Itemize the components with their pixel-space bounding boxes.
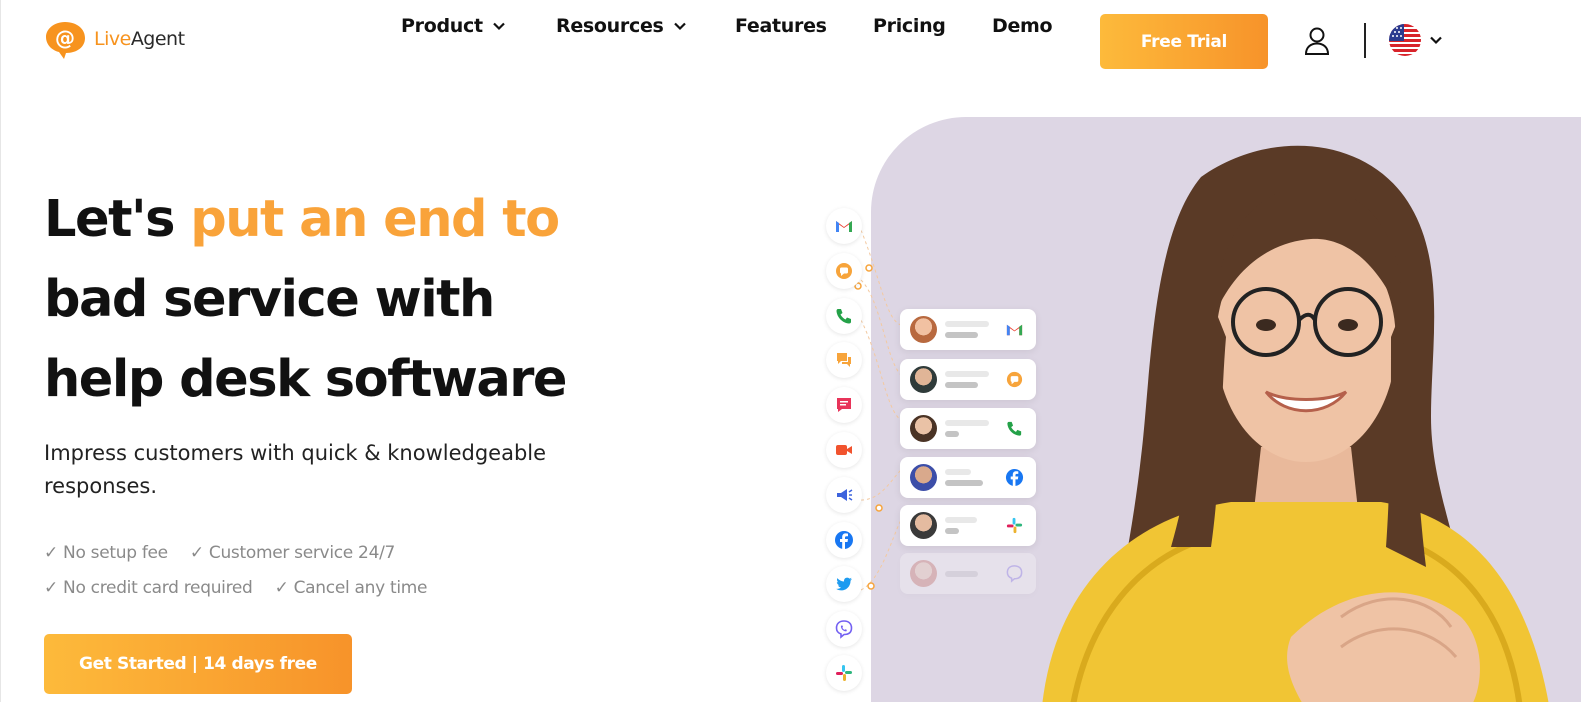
channel-chat bbox=[826, 253, 862, 289]
channel-messages bbox=[826, 342, 862, 378]
chevron-down-icon bbox=[492, 22, 505, 31]
chevron-down-icon bbox=[673, 22, 686, 31]
hero-title: Let's put an end to bad service with hel… bbox=[44, 180, 684, 420]
nav-pricing[interactable]: Pricing bbox=[873, 15, 946, 37]
placeholder-line bbox=[945, 382, 978, 388]
avatar bbox=[910, 512, 937, 539]
channel-form bbox=[826, 387, 862, 423]
avatar bbox=[910, 316, 937, 343]
ticket-card bbox=[900, 553, 1036, 594]
nav-features[interactable]: Features bbox=[735, 15, 827, 37]
viber-icon bbox=[1006, 565, 1023, 583]
channel-viber bbox=[826, 611, 862, 647]
checklist-row: ✓ No setup fee ✓ Customer service 24/7 bbox=[44, 535, 449, 570]
ticket-card bbox=[900, 505, 1036, 546]
avatar bbox=[910, 415, 937, 442]
brand-name-agent: Agent bbox=[130, 28, 185, 50]
placeholder-line bbox=[945, 420, 989, 426]
user-icon[interactable] bbox=[1304, 26, 1330, 56]
chat-icon bbox=[836, 263, 852, 279]
gmail-icon bbox=[1006, 324, 1023, 336]
brand-name: LiveAgent bbox=[94, 28, 185, 50]
gmail-icon bbox=[836, 221, 852, 232]
svg-text:@: @ bbox=[55, 26, 75, 50]
check-item: ✓ Customer service 24/7 bbox=[189, 542, 396, 563]
channel-megaphone bbox=[826, 477, 862, 513]
get-started-button[interactable]: Get Started | 14 days free bbox=[44, 634, 352, 694]
facebook-icon bbox=[835, 531, 853, 549]
nav-resources[interactable]: Resources bbox=[556, 15, 687, 37]
messages-icon bbox=[837, 353, 851, 367]
avatar bbox=[910, 366, 937, 393]
hero-subtitle: Impress customers with quick & knowledge… bbox=[44, 441, 547, 498]
nav-resources-label: Resources bbox=[556, 15, 664, 37]
nav-product[interactable]: Product bbox=[401, 15, 506, 37]
avatar bbox=[910, 560, 937, 587]
logo[interactable]: @ LiveAgent bbox=[44, 20, 185, 60]
viber-icon bbox=[835, 620, 853, 639]
nav-product-label: Product bbox=[401, 15, 483, 37]
nav-demo[interactable]: Demo bbox=[992, 15, 1053, 37]
twitter-icon bbox=[836, 577, 852, 591]
slack-icon bbox=[1006, 517, 1023, 534]
check-item: ✓ No setup fee bbox=[44, 542, 168, 563]
header-divider bbox=[1364, 23, 1366, 58]
megaphone-icon bbox=[837, 489, 853, 501]
check-item: ✓ No credit card required bbox=[44, 577, 253, 598]
ticket-card bbox=[900, 457, 1036, 498]
free-trial-button[interactable]: Free Trial bbox=[1100, 14, 1268, 69]
hero-title-accent: put an end to bbox=[190, 190, 560, 249]
slack-icon bbox=[836, 665, 852, 681]
ticket-card bbox=[900, 359, 1036, 400]
check-item: ✓ Cancel any time bbox=[274, 577, 428, 598]
channel-facebook bbox=[826, 522, 862, 558]
facebook-icon bbox=[1005, 468, 1024, 487]
channel-twitter bbox=[826, 566, 862, 602]
hero-title-part1: Let's bbox=[44, 190, 191, 249]
speech-bubble-at-icon: @ bbox=[46, 22, 85, 59]
placeholder-line bbox=[945, 431, 959, 437]
feature-checklist: ✓ No setup fee ✓ Customer service 24/7 ✓… bbox=[44, 535, 449, 605]
channel-slack bbox=[826, 655, 862, 691]
channel-video bbox=[826, 432, 862, 468]
placeholder-line bbox=[945, 332, 978, 338]
ticket-card bbox=[900, 408, 1036, 449]
channel-phone bbox=[826, 298, 862, 334]
placeholder-line bbox=[945, 371, 989, 377]
hero-title-line2: bad service with bbox=[44, 270, 495, 329]
checklist-row: ✓ No credit card required ✓ Cancel any t… bbox=[44, 570, 449, 605]
hero-title-line3: help desk software bbox=[44, 350, 568, 409]
placeholder-line bbox=[945, 517, 977, 523]
chat-icon bbox=[1006, 371, 1023, 388]
chevron-down-icon[interactable] bbox=[1429, 33, 1443, 47]
placeholder-line bbox=[945, 469, 971, 475]
brand-name-live: Live bbox=[94, 28, 131, 50]
phone-icon bbox=[836, 309, 851, 324]
placeholder-line bbox=[945, 480, 983, 486]
ticket-card bbox=[900, 309, 1036, 350]
placeholder-line bbox=[945, 528, 959, 534]
video-icon bbox=[836, 445, 852, 455]
placeholder-line bbox=[945, 571, 978, 577]
phone-icon bbox=[1007, 421, 1022, 436]
form-icon bbox=[837, 398, 851, 412]
placeholder-line bbox=[945, 321, 989, 327]
avatar bbox=[910, 464, 937, 491]
us-flag-icon[interactable] bbox=[1389, 24, 1421, 56]
channel-gmail bbox=[826, 208, 862, 244]
